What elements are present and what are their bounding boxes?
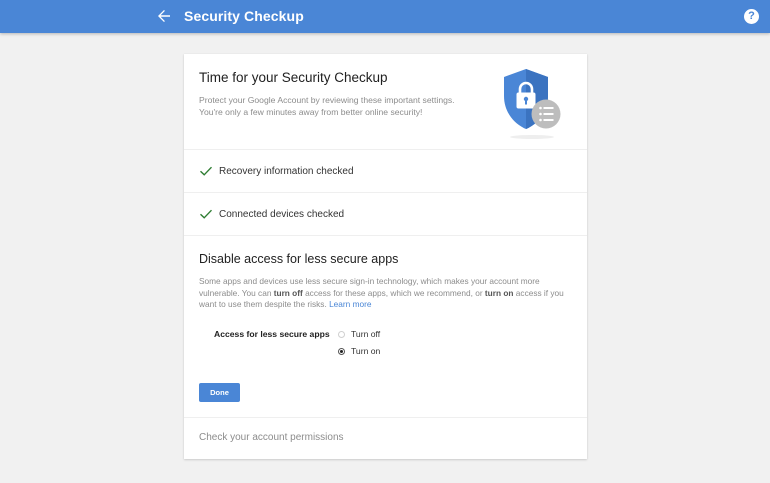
account-permissions-link[interactable]: Check your account permissions — [199, 432, 344, 443]
check-item-recovery[interactable]: Recovery information checked — [199, 163, 354, 179]
description-text: access for these apps, which we recommen… — [302, 287, 485, 298]
page-title: Security Checkup — [184, 8, 304, 24]
divider — [184, 149, 587, 150]
radio-turn-off[interactable]: Turn off — [338, 328, 380, 340]
divider — [184, 235, 587, 236]
done-button[interactable]: Done — [199, 383, 240, 402]
check-item-devices[interactable]: Connected devices checked — [199, 206, 344, 222]
radio-button-selected[interactable] — [338, 347, 345, 355]
help-icon[interactable]: ? — [744, 9, 759, 24]
learn-more-link[interactable]: Learn more — [329, 299, 371, 309]
intro-description: Protect your Google Account by reviewing… — [199, 95, 455, 117]
divider — [184, 192, 587, 193]
description-bold-turn-off: turn off — [273, 287, 303, 298]
radio-button-unselected[interactable] — [338, 330, 345, 338]
description-bold-turn-on: turn on — [484, 287, 514, 298]
intro-title: Time for your Security Checkup — [199, 70, 388, 85]
shield-lock-icon — [504, 69, 561, 139]
divider — [184, 417, 587, 418]
section-description: Some apps and devices use less secure si… — [199, 276, 574, 311]
back-button[interactable] — [154, 6, 174, 26]
arrow-left-icon — [158, 10, 170, 22]
radio-label: Turn off — [351, 329, 381, 339]
radio-turn-on[interactable]: Turn on — [338, 345, 380, 357]
app-header: Security Checkup ? — [0, 0, 770, 33]
check-item-label: Recovery information checked — [219, 165, 354, 177]
checkmark-icon — [200, 209, 213, 219]
security-checkup-card: Time for your Security Checkup Protect y… — [184, 54, 587, 459]
section-title: Disable access for less secure apps — [199, 252, 399, 266]
checkmark-icon — [200, 166, 213, 176]
check-item-label: Connected devices checked — [219, 208, 345, 220]
setting-label: Access for less secure apps — [214, 329, 330, 339]
radio-label: Turn on — [351, 346, 381, 356]
